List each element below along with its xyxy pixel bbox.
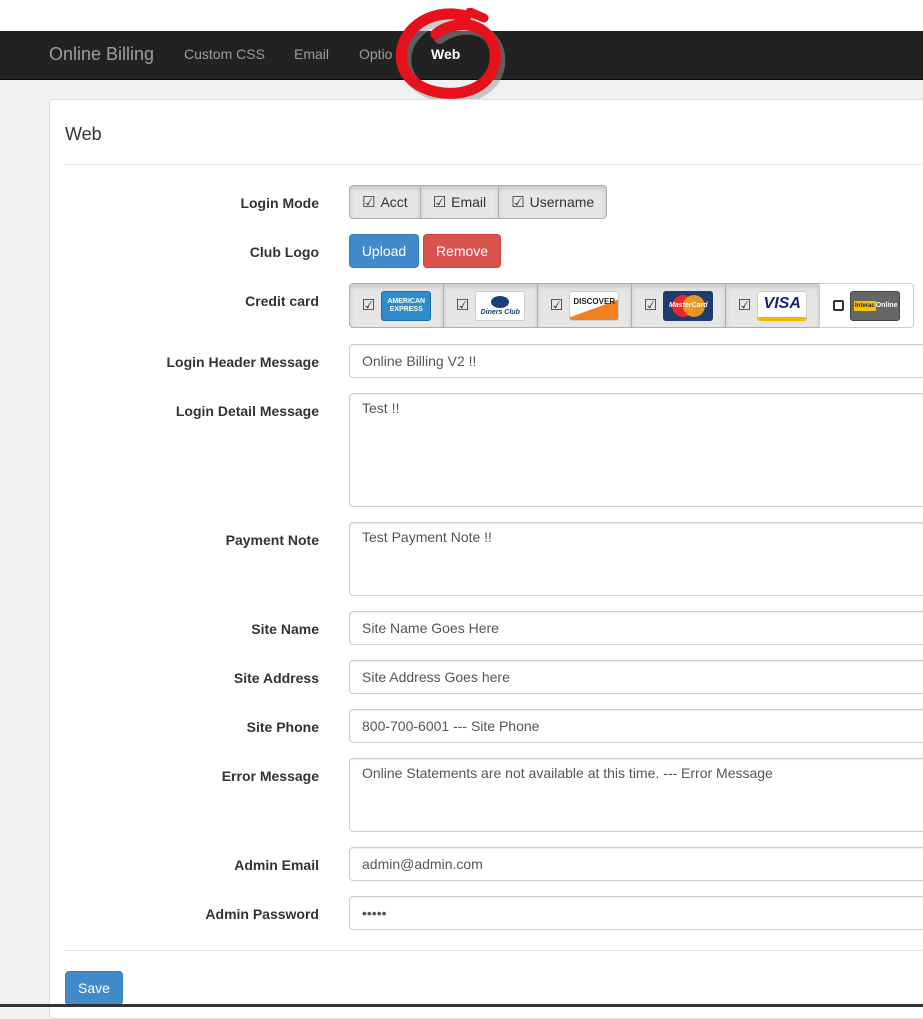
site-phone-input[interactable]: 800-700-6001 --- Site Phone	[349, 709, 923, 743]
site-name-input[interactable]: Site Name Goes Here	[349, 611, 923, 645]
error-message-label: Error Message	[221, 768, 319, 784]
error-message-textarea[interactable]: Online Statements are not available at t…	[349, 758, 923, 832]
diners-club-card-icon: Diners Club	[475, 290, 526, 321]
check-icon: ☑	[737, 296, 752, 314]
login-mode-email-label: Email	[451, 194, 487, 210]
divider	[65, 950, 923, 951]
visa-card-icon: VISA	[757, 290, 808, 321]
navbar: Online Billing Custom CSS Email Optio We…	[0, 31, 923, 80]
site-name-label: Site Name	[251, 621, 319, 637]
login-mode-acct-label: Acct	[380, 194, 408, 210]
mastercard-text: MasterCard	[668, 302, 708, 309]
divider	[65, 164, 923, 165]
cc-interac-toggle[interactable]: Interac Online	[819, 283, 914, 328]
nav-email[interactable]: Email	[294, 46, 329, 62]
login-mode-label: Login Mode	[240, 195, 319, 211]
remove-button[interactable]: Remove	[423, 234, 501, 268]
admin-email-label: Admin Email	[234, 857, 319, 873]
club-logo-label: Club Logo	[249, 244, 319, 260]
site-address-label: Site Address	[233, 670, 319, 686]
check-icon: ☑	[643, 296, 658, 314]
login-mode-group: ☑ Acct ☑ Email ☑ Username	[349, 185, 608, 219]
nav-options[interactable]: Optio	[359, 46, 392, 62]
login-header-input[interactable]: Online Billing V2 !!	[349, 344, 923, 378]
admin-email-input[interactable]: admin@admin.com	[349, 847, 923, 881]
check-icon: ☑	[549, 296, 564, 314]
login-header-label: Login Header Message	[166, 354, 320, 370]
site-address-input[interactable]: Site Address Goes here	[349, 660, 923, 694]
cc-mastercard-toggle[interactable]: ☑ MasterCard	[631, 283, 726, 328]
check-icon: ☑	[361, 296, 376, 314]
site-phone-label: Site Phone	[246, 719, 319, 735]
cc-discover-toggle[interactable]: ☑ DISCOVER	[537, 283, 632, 328]
admin-password-input[interactable]: •••••	[349, 896, 923, 930]
navbar-brand[interactable]: Online Billing	[49, 44, 154, 65]
mastercard-card-icon: MasterCard	[663, 290, 714, 321]
admin-password-label: Admin Password	[205, 906, 319, 922]
top-strip	[0, 0, 923, 31]
login-mode-username[interactable]: ☑ Username	[498, 185, 608, 219]
amex-card-icon: AMERICAN EXPRESS	[381, 290, 432, 321]
upload-button[interactable]: Upload	[349, 234, 419, 268]
check-icon: ☑	[511, 192, 525, 211]
login-mode-email[interactable]: ☑ Email	[419, 185, 500, 219]
check-icon: ☑	[362, 192, 376, 211]
login-mode-username-label: Username	[529, 194, 595, 210]
login-detail-label: Login Detail Message	[175, 403, 319, 419]
discover-card-icon: DISCOVER	[569, 290, 620, 321]
check-icon: ☑	[455, 296, 470, 314]
unchecked-box-icon	[833, 300, 844, 311]
login-mode-acct[interactable]: ☑ Acct	[349, 185, 421, 219]
payment-note-textarea[interactable]: Test Payment Note !!	[349, 522, 923, 596]
credit-card-label: Credit card	[245, 293, 319, 309]
cc-amex-toggle[interactable]: ☑ AMERICAN EXPRESS	[349, 283, 444, 328]
nav-custom-css[interactable]: Custom CSS	[184, 46, 265, 62]
save-button[interactable]: Save	[65, 971, 123, 1005]
login-detail-textarea[interactable]: Test !!	[349, 393, 923, 507]
interac-card-icon: Interac Online	[850, 290, 900, 321]
check-icon: ☑	[432, 192, 447, 211]
cc-diners-toggle[interactable]: ☑ Diners Club	[443, 283, 538, 328]
diners-club-text: Diners Club	[480, 308, 520, 316]
credit-card-group: ☑ AMERICAN EXPRESS ☑ Diners Club ☑ DISCO…	[349, 283, 914, 328]
nav-web[interactable]: Web	[431, 46, 460, 62]
cc-visa-toggle[interactable]: ☑ VISA	[725, 283, 820, 328]
payment-note-label: Payment Note	[225, 532, 319, 548]
panel-title: Web	[65, 124, 102, 144]
